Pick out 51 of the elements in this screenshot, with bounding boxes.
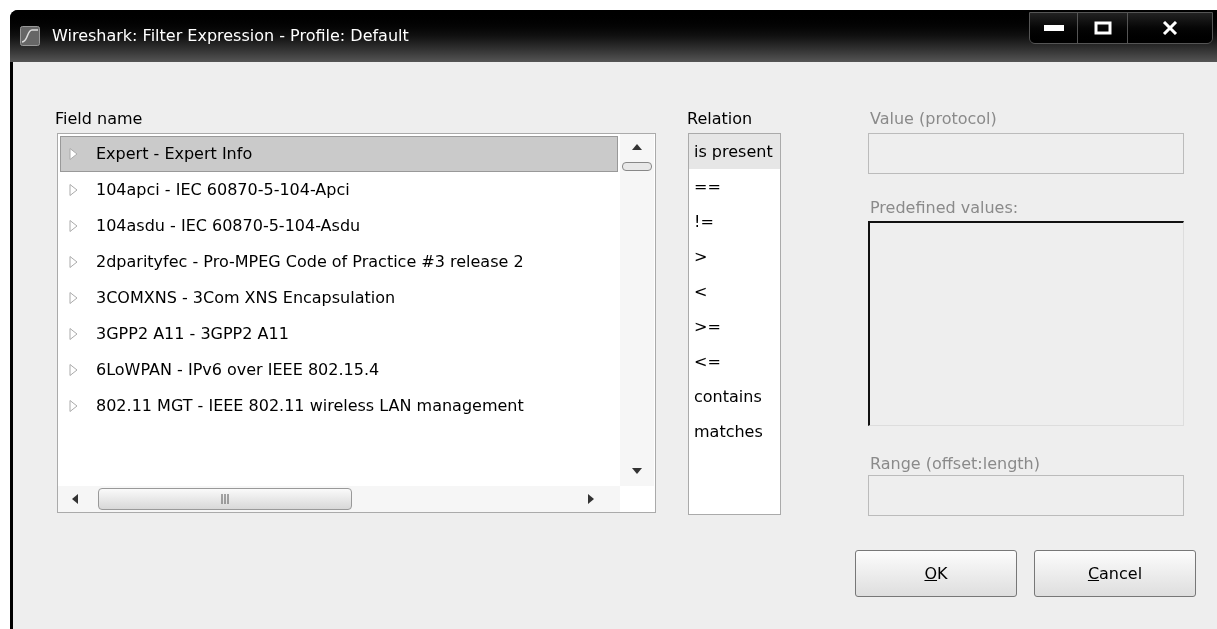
expand-icon[interactable] <box>69 256 78 268</box>
relation-label: Relation <box>687 108 753 130</box>
tree-item[interactable]: 3COMXNS - 3Com XNS Encapsulation <box>60 280 618 316</box>
scrollbar-thumb[interactable] <box>622 162 652 171</box>
tree-item[interactable]: Expert - Expert Info <box>60 136 618 172</box>
scroll-up-icon <box>632 144 642 150</box>
expand-icon[interactable] <box>69 328 78 340</box>
field-tree[interactable] <box>57 133 656 513</box>
relation-option[interactable]: matches <box>689 414 780 449</box>
range-label: Range (offset:length) <box>870 453 1040 475</box>
scroll-right-icon <box>588 494 594 504</box>
relation-option[interactable]: > <box>689 239 780 274</box>
relation-option[interactable]: == <box>689 169 780 204</box>
tree-item[interactable]: 104asdu - IEC 60870-5-104-Asdu <box>60 208 618 244</box>
dialog-button[interactable]: Cancel <box>1034 550 1196 597</box>
expand-icon[interactable] <box>69 220 78 232</box>
window-title: Wireshark: Filter Expression - Profile: Default <box>52 25 409 47</box>
predefined-values-label: Predefined values: <box>870 197 1019 219</box>
relation-option[interactable]: is present <box>689 134 780 169</box>
value-label: Value (protocol) <box>870 108 997 130</box>
horizontal-scrollbar[interactable] <box>58 486 620 512</box>
relation-option[interactable]: != <box>689 204 780 239</box>
close-button[interactable] <box>1128 13 1212 43</box>
vertical-scrollbar[interactable] <box>620 134 654 486</box>
scroll-down-icon <box>632 468 642 474</box>
minimize-icon <box>1043 25 1064 31</box>
relation-option[interactable]: <= <box>689 344 780 379</box>
scroll-left-icon <box>72 494 78 504</box>
tree-item[interactable]: 2dparityfec - Pro-MPEG Code of Practice #3 release 2 <box>60 244 618 280</box>
expand-icon[interactable] <box>69 184 78 196</box>
relation-option[interactable]: contains <box>689 379 780 414</box>
minimize-button[interactable] <box>1030 13 1078 43</box>
maximize-button[interactable] <box>1078 13 1128 43</box>
dialog-button[interactable]: OK <box>855 550 1017 597</box>
tree-item[interactable]: 104apci - IEC 60870-5-104-Apci <box>60 172 618 208</box>
scrollbar-thumb[interactable] <box>98 488 352 510</box>
app-icon <box>20 26 40 46</box>
close-icon <box>1162 21 1178 35</box>
expand-icon[interactable] <box>69 292 78 304</box>
maximize-icon <box>1093 21 1112 35</box>
tree-item[interactable]: 802.11 MGT - IEEE 802.11 wireless LAN management <box>60 388 618 424</box>
expand-icon[interactable] <box>69 364 78 376</box>
expand-icon[interactable] <box>69 148 78 160</box>
tree-item[interactable]: 6LoWPAN - IPv6 over IEEE 802.15.4 <box>60 352 618 388</box>
relation-option[interactable]: < <box>689 274 780 309</box>
expand-icon[interactable] <box>69 400 78 412</box>
grip-icon <box>220 494 230 504</box>
relation-option[interactable]: >= <box>689 309 780 344</box>
tree-item[interactable]: 3GPP2 A11 - 3GPP2 A11 <box>60 316 618 352</box>
field-name-label: Field name <box>55 108 143 130</box>
relation-list[interactable]: is present == != > < >= <= contains matches <box>688 133 781 515</box>
